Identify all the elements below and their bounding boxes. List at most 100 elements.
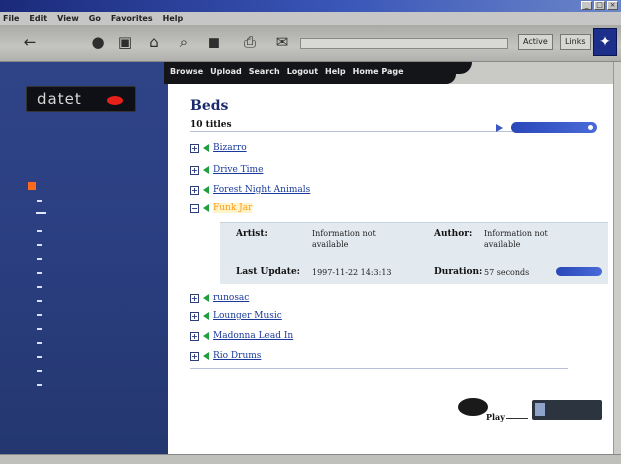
main-content: Beds 10 titles + Bizarro + Drive Time + …: [168, 84, 613, 454]
sidebar-item[interactable]: [37, 300, 42, 302]
refresh-icon[interactable]: ▣: [113, 32, 137, 52]
sound-icon: [203, 186, 209, 194]
sound-icon: [203, 352, 209, 360]
expand-icon[interactable]: +: [190, 165, 199, 175]
sound-icon: [203, 144, 209, 152]
more-button[interactable]: [556, 267, 602, 276]
title-link[interactable]: Funk Jar: [213, 203, 253, 213]
list-item[interactable]: + Madonna Lead In: [190, 330, 293, 342]
bullet-icon: [28, 182, 36, 190]
nav-home-page[interactable]: Home Page: [353, 67, 404, 76]
logo-dot-icon: [107, 96, 123, 105]
document-icon: [535, 403, 545, 416]
title-link[interactable]: Forest Night Animals: [213, 185, 310, 195]
title-link[interactable]: Bizarro: [213, 143, 247, 153]
download-button[interactable]: [532, 400, 602, 420]
sidebar-item[interactable]: [37, 384, 42, 386]
expand-icon[interactable]: +: [190, 143, 199, 153]
list-item[interactable]: + Bizarro: [190, 142, 247, 154]
sidebar-item[interactable]: [37, 286, 42, 288]
list-item[interactable]: + runosac: [190, 292, 249, 304]
title-link[interactable]: runosac: [213, 293, 249, 303]
list-item[interactable]: + Drive Time: [190, 164, 263, 176]
sidebar-item[interactable]: [37, 328, 42, 330]
expand-icon[interactable]: +: [190, 331, 199, 341]
close-button[interactable]: ×: [607, 1, 618, 10]
author-label: Author:: [434, 229, 473, 239]
top-navigation-cap: [456, 62, 472, 74]
pager-slider[interactable]: [511, 122, 597, 133]
list-item[interactable]: + Lounger Music: [190, 310, 282, 322]
play-field[interactable]: [506, 410, 528, 419]
menu-view[interactable]: View: [57, 14, 79, 23]
menu-favorites[interactable]: Favorites: [111, 14, 153, 23]
play-label: Play: [486, 412, 505, 422]
stop-icon[interactable]: ●: [86, 32, 110, 52]
sidebar-item[interactable]: [37, 244, 42, 246]
expand-icon[interactable]: +: [190, 351, 199, 361]
top-navigation: Browse Upload Search Logout Help Home Pa…: [164, 62, 456, 84]
nav-search[interactable]: Search: [249, 67, 280, 76]
scrollbar[interactable]: [613, 62, 621, 454]
sidebar-subitem-active[interactable]: [36, 212, 50, 214]
mail-icon[interactable]: ✉: [270, 32, 294, 52]
browser-toolbar: ← ● ▣ ⌂ ⌕ ◼ ⎙ ✉ Active Links ✦: [0, 25, 621, 62]
minimize-button[interactable]: _: [581, 1, 592, 10]
sound-icon: [203, 294, 209, 302]
nav-help[interactable]: Help: [325, 67, 346, 76]
sidebar-item[interactable]: [37, 370, 42, 372]
sidebar-item[interactable]: [37, 314, 42, 316]
artist-value: Information not available: [312, 229, 376, 249]
print-icon[interactable]: ⎙: [238, 32, 262, 52]
nav-logout[interactable]: Logout: [287, 67, 318, 76]
expand-icon[interactable]: +: [190, 311, 199, 321]
last-update-value: 1997-11-22 14:3:13: [312, 268, 392, 277]
search-icon[interactable]: ⌕: [172, 32, 196, 52]
maximize-button[interactable]: □: [594, 1, 605, 10]
speech-bubble-icon: [458, 398, 488, 416]
list-item[interactable]: + Rio Drums: [190, 350, 261, 362]
back-icon[interactable]: ←: [18, 32, 42, 52]
address-field[interactable]: [300, 38, 508, 49]
sidebar-item-active[interactable]: [28, 182, 42, 190]
expand-icon[interactable]: +: [190, 293, 199, 303]
nav-upload[interactable]: Upload: [210, 67, 242, 76]
media-icon[interactable]: ◼: [202, 32, 226, 52]
sidebar-item[interactable]: [37, 258, 42, 260]
sound-icon: [203, 332, 209, 340]
author-value: Information not available: [484, 229, 548, 249]
sidebar-item[interactable]: [37, 272, 42, 274]
pager[interactable]: [496, 122, 597, 133]
sidebar: datet: [0, 62, 168, 454]
collapse-icon[interactable]: −: [190, 203, 199, 213]
duration-value: 57 seconds: [484, 268, 530, 277]
menu-edit[interactable]: Edit: [29, 14, 47, 23]
nav-browse[interactable]: Browse: [170, 67, 203, 76]
links-button[interactable]: Links: [560, 34, 591, 50]
menu-help[interactable]: Help: [163, 14, 184, 23]
sidebar-item[interactable]: [37, 342, 42, 344]
menu-go[interactable]: Go: [89, 14, 101, 23]
home-icon[interactable]: ⌂: [142, 32, 166, 52]
sound-icon: [203, 204, 209, 212]
sidebar-item[interactable]: [37, 230, 42, 232]
menu-file[interactable]: File: [3, 14, 19, 23]
title-link[interactable]: Lounger Music: [213, 311, 282, 321]
artist-label: Artist:: [236, 229, 268, 239]
logo: datet: [26, 86, 136, 112]
duration-label: Duration:: [434, 267, 483, 277]
list-item[interactable]: + Forest Night Animals: [190, 184, 310, 196]
active-button[interactable]: Active: [518, 34, 553, 50]
logo-text: datet: [37, 90, 82, 108]
title-link[interactable]: Madonna Lead In: [213, 331, 293, 341]
title-link[interactable]: Drive Time: [213, 165, 263, 175]
sidebar-item[interactable]: [37, 356, 42, 358]
sidebar-item[interactable]: [37, 200, 42, 202]
browser-logo-icon: ✦: [593, 28, 617, 56]
expand-icon[interactable]: +: [190, 185, 199, 195]
list-item-selected[interactable]: − Funk Jar: [190, 202, 253, 214]
title-link[interactable]: Rio Drums: [213, 351, 261, 361]
title-count: 10 titles: [190, 120, 232, 130]
sound-icon: [203, 312, 209, 320]
last-update-label: Last Update:: [236, 267, 300, 277]
